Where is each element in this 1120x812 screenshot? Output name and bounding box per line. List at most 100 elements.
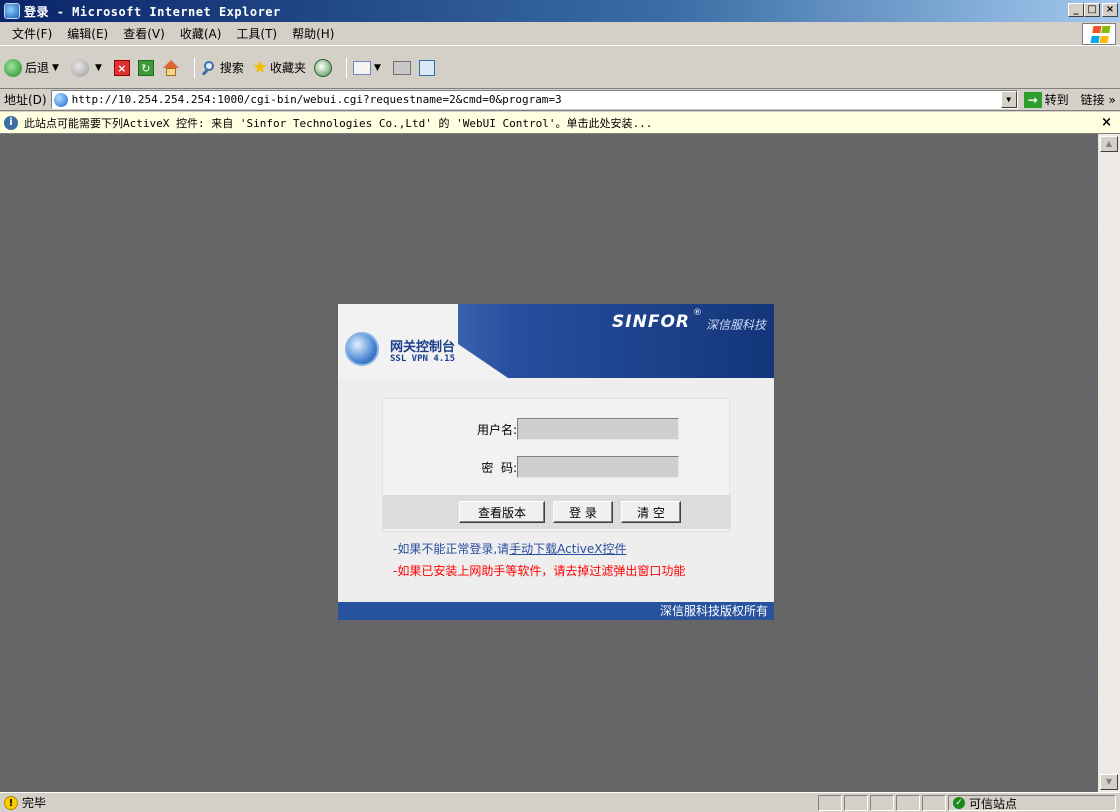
refresh-icon: ↻ [137,59,154,76]
button-strip: 查看版本 登 录 清 空 [383,495,731,529]
toolbar-separator [193,57,195,78]
go-button[interactable]: → 转到 [1023,91,1069,108]
status-pane [922,795,946,811]
brand-logo: SINFOR [612,312,690,332]
zone-label: 可信站点 [969,796,1018,811]
page-icon [53,92,68,107]
popup-blocker-notice: -如果已安装上网助手等软件，请去掉过滤弹出窗口功能 [393,564,686,578]
status-panes [818,795,948,811]
ie-icon [4,3,20,19]
media-icon [314,58,333,77]
page-content: 网关控制台 SSL VPN 4.15 SINFOR ® 深信服科技 用户名: 密… [0,134,1098,792]
menu-edit[interactable]: 编辑(E) [67,25,108,42]
info-bar-text[interactable]: 此站点可能需要下列ActiveX 控件: 来自 'Sinfor Technolo… [24,115,652,131]
vertical-scrollbar[interactable]: ▲ ▼ [1098,134,1120,792]
login-header: 网关控制台 SSL VPN 4.15 SINFOR ® 深信服科技 [338,304,774,378]
links-button[interactable]: 链接 » [1081,91,1116,108]
address-input[interactable]: http://10.254.254.254:1000/cgi-bin/webui… [50,90,1018,109]
password-row: 密 码: [383,455,731,479]
minimize-button[interactable]: _ [1068,3,1084,17]
search-icon [201,60,217,76]
mail-dropdown-icon[interactable]: ▼ [374,63,381,73]
status-pane [870,795,894,811]
username-row: 用户名: [383,417,731,441]
security-zone[interactable]: ✓ 可信站点 [948,795,1116,811]
forward-button[interactable]: ▼ [70,58,106,77]
windows-logo-icon [1082,23,1116,45]
login-panel: 网关控制台 SSL VPN 4.15 SINFOR ® 深信服科技 用户名: 密… [338,304,774,620]
forward-arrow-icon [70,58,89,77]
back-arrow-icon [4,58,22,77]
go-label: 转到 [1044,93,1069,107]
menu-bar: 文件(F) 编辑(E) 查看(V) 收藏(A) 工具(T) 帮助(H) [0,22,1120,46]
search-label: 搜索 [219,61,244,75]
status-pane [818,795,842,811]
brand-chinese: 深信服科技 [705,318,766,332]
scroll-up-icon[interactable]: ▲ [1100,136,1118,152]
window-controls: _ □ × [1068,3,1118,17]
address-bar: 地址(D) http://10.254.254.254:1000/cgi-bin… [0,89,1120,111]
status-pane [896,795,920,811]
printer-icon [392,60,411,75]
go-arrow-icon: → [1023,91,1042,108]
info-bar-close-icon[interactable]: × [1101,115,1112,130]
edit-page-icon [418,59,435,76]
menu-file[interactable]: 文件(F) [12,25,52,42]
stop-icon: × [113,59,130,76]
trusted-check-icon: ✓ [953,797,965,809]
mail-icon [353,60,372,75]
back-dropdown-icon[interactable]: ▼ [52,63,59,73]
view-version-button[interactable]: 查看版本 [459,501,545,523]
home-button[interactable] [162,59,180,76]
status-pane [844,795,868,811]
address-label: 地址(D) [4,93,47,107]
address-dropdown-icon[interactable]: ▼ [1000,91,1017,108]
favorites-label: 收藏夹 [270,61,307,75]
status-bar: ! 完毕 ✓ 可信站点 [0,792,1120,812]
close-button[interactable]: × [1102,3,1118,17]
warning-icon: ! [4,795,18,810]
menu-tools[interactable]: 工具(T) [236,25,277,42]
maximize-button[interactable]: □ [1084,3,1100,17]
status-text: 完毕 [22,796,47,810]
stop-button[interactable]: × [113,59,130,76]
product-version: SSL VPN 4.15 [390,354,456,364]
product-title: 网关控制台 [390,340,456,355]
username-input[interactable] [517,418,679,440]
shield-info-icon: i [4,115,18,130]
password-label: 密 码: [481,460,517,475]
activex-info-bar[interactable]: i 此站点可能需要下列ActiveX 控件: 来自 'Sinfor Techno… [0,112,1120,134]
search-button[interactable]: 搜索 [201,59,244,76]
brand-registered-mark: ® [693,308,702,318]
star-icon: ★ [251,57,269,78]
password-input[interactable] [517,456,679,478]
print-button[interactable] [392,60,411,75]
title-bar: 登录 - Microsoft Internet Explorer _ □ × [0,0,1120,22]
edit-button[interactable] [418,59,435,76]
back-label: 后退 [25,61,50,75]
home-icon [162,59,180,76]
back-button[interactable]: 后退 ▼ [4,58,63,77]
activex-notice: -如果不能正常登录,请手动下载ActiveX控件 [393,540,627,557]
refresh-button[interactable]: ↻ [137,59,154,76]
address-url[interactable]: http://10.254.254.254:1000/cgi-bin/webui… [72,93,562,106]
activex-download-link[interactable]: 手动下载ActiveX控件 [509,542,626,556]
scroll-down-icon[interactable]: ▼ [1100,774,1118,790]
toolbar: 后退 ▼ ▼ × ↻ 搜索 ★ 收藏夹 ▼ [0,47,1120,89]
login-button[interactable]: 登 录 [553,501,613,523]
window-title: 登录 - Microsoft Internet Explorer [24,4,281,19]
favorites-button[interactable]: ★ 收藏夹 [252,57,306,78]
menu-view[interactable]: 查看(V) [123,25,165,42]
login-form: 用户名: 密 码: 查看版本 登 录 清 空 [382,398,731,532]
toolbar-separator [346,57,348,78]
globe-icon [345,332,379,366]
menu-help[interactable]: 帮助(H) [292,25,334,42]
mail-button[interactable]: ▼ [353,60,385,75]
forward-dropdown-icon[interactable]: ▼ [95,63,102,73]
username-label: 用户名: [476,422,517,437]
menu-favorites[interactable]: 收藏(A) [180,25,222,42]
copyright-footer: 深信服科技版权所有 [338,602,774,620]
clear-button[interactable]: 清 空 [621,501,681,523]
activex-notice-text: -如果不能正常登录,请 [393,542,510,556]
media-button[interactable] [314,58,333,77]
